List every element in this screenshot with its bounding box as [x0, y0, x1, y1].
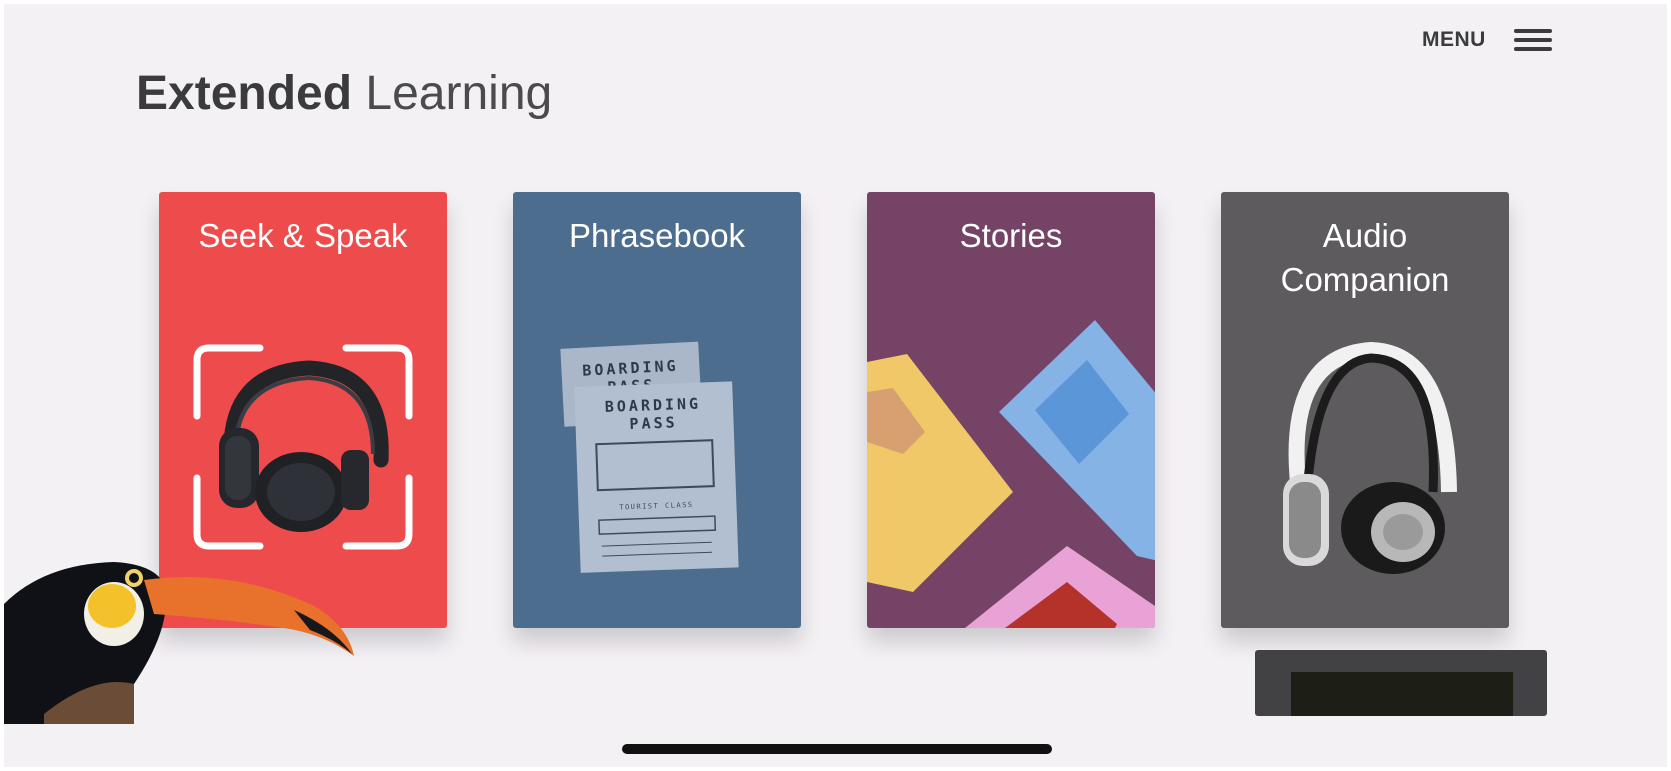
page-title: Extended Learning: [136, 66, 552, 121]
menu-button[interactable]: MENU: [1422, 22, 1552, 58]
svg-text:BOARDING: BOARDING: [605, 395, 702, 416]
toucan-illustration: [4, 562, 354, 724]
caption-box-inner: [1291, 672, 1513, 716]
svg-text:PASS: PASS: [629, 413, 678, 433]
boarding-pass-icon: BOARDING PASS BOARDING PASS TOURIST CLAS…: [560, 341, 739, 573]
hamburger-icon[interactable]: [1513, 27, 1552, 53]
app-screen: MENU Extended Learning Seek & Speak Phra…: [4, 4, 1667, 767]
home-indicator[interactable]: [622, 744, 1052, 754]
card-audio-companion[interactable]: Audio Companion: [1221, 192, 1509, 628]
caption-box: [1255, 650, 1547, 716]
books-icon: [867, 320, 1155, 628]
headphones-icon: [1283, 341, 1457, 574]
page-title-light: Learning: [365, 67, 553, 120]
card-phrasebook[interactable]: Phrasebook BOARDING PASS BOARDING PASS T…: [513, 192, 801, 628]
card-stories[interactable]: Stories: [867, 192, 1155, 628]
page-title-bold: Extended: [136, 67, 353, 120]
menu-label: MENU: [1422, 28, 1486, 51]
